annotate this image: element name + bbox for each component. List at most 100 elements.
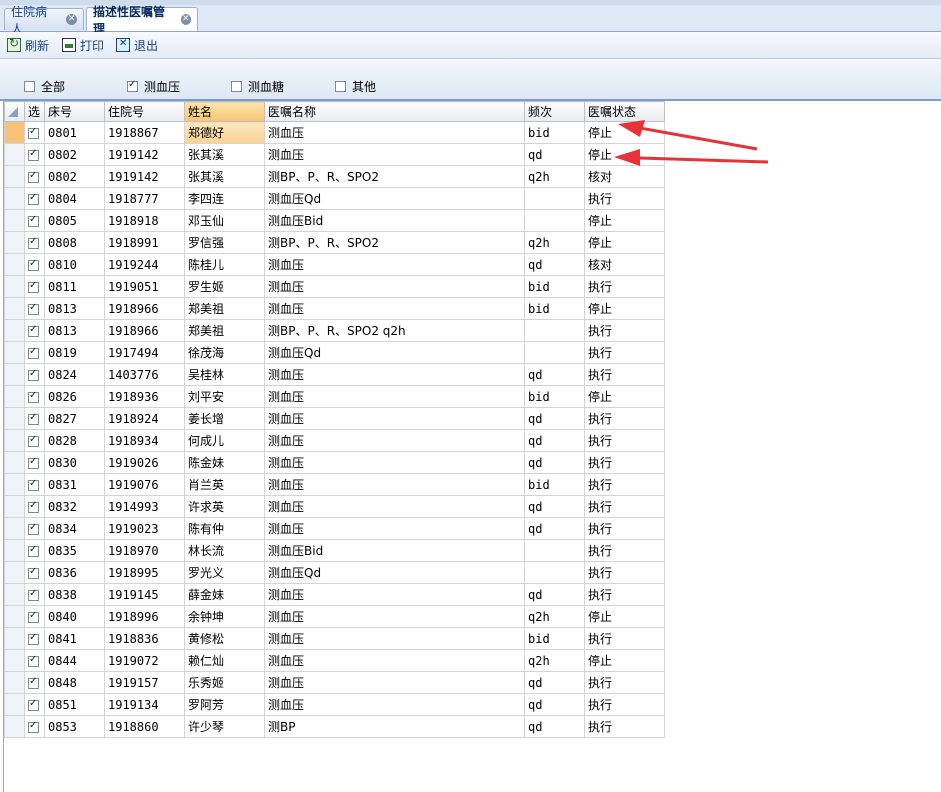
row-indicator[interactable] <box>4 627 25 650</box>
print-button[interactable]: 打印 <box>62 36 104 54</box>
column-header-order-name[interactable]: 医嘱名称 <box>264 101 525 122</box>
cell-order-status[interactable]: 执行 <box>584 495 665 518</box>
checkbox-checked[interactable] <box>28 566 39 579</box>
cell-bed[interactable]: 0819 <box>44 341 105 364</box>
cell-order-name[interactable]: 测血压 <box>264 363 525 386</box>
table-row[interactable]: 08531918860许少琴测BPqd执行 <box>4 715 665 738</box>
cell-admission-no[interactable]: 1919244 <box>104 253 185 276</box>
cell-name[interactable]: 陈桂儿 <box>184 253 265 276</box>
column-header-bed[interactable]: 床号 <box>44 101 105 122</box>
checkbox-checked[interactable] <box>28 434 39 447</box>
cell-name[interactable]: 徐茂海 <box>184 341 265 364</box>
cell-frequency[interactable]: q2h <box>524 231 585 254</box>
cell-name[interactable]: 罗阿芳 <box>184 693 265 716</box>
checkbox-checked[interactable] <box>28 280 39 293</box>
cell-order-status[interactable]: 执行 <box>584 473 665 496</box>
cell-admission-no[interactable]: 1918936 <box>104 385 185 408</box>
cell-admission-no[interactable]: 1918867 <box>104 121 185 144</box>
row-indicator[interactable] <box>4 231 25 254</box>
checkbox-checked[interactable] <box>28 214 39 227</box>
cell-bed[interactable]: 0830 <box>44 451 105 474</box>
cell-order-status[interactable]: 执行 <box>584 429 665 452</box>
cell-frequency[interactable] <box>524 209 585 232</box>
cell-order-status[interactable]: 执行 <box>584 627 665 650</box>
filter-blood-sugar-checkbox[interactable]: 测血糖 <box>231 78 284 95</box>
cell-name[interactable]: 陈金妹 <box>184 451 265 474</box>
cell-order-status[interactable]: 核对 <box>584 165 665 188</box>
row-select-checkbox[interactable] <box>24 473 45 496</box>
row-indicator[interactable] <box>4 693 25 716</box>
cell-bed[interactable]: 0802 <box>44 165 105 188</box>
cell-order-status[interactable]: 执行 <box>584 561 665 584</box>
row-select-checkbox[interactable] <box>24 693 45 716</box>
checkbox-checked[interactable] <box>28 412 39 425</box>
cell-frequency[interactable]: qd <box>524 715 585 738</box>
cell-name[interactable]: 邓玉仙 <box>184 209 265 232</box>
cell-bed[interactable]: 0827 <box>44 407 105 430</box>
row-select-checkbox[interactable] <box>24 429 45 452</box>
cell-frequency[interactable]: q2h <box>524 165 585 188</box>
cell-name[interactable]: 郑美祖 <box>184 319 265 342</box>
checkbox-checked[interactable] <box>28 544 39 557</box>
cell-admission-no[interactable]: 1918966 <box>104 319 185 342</box>
cell-admission-no[interactable]: 1918934 <box>104 429 185 452</box>
cell-admission-no[interactable]: 1918991 <box>104 231 185 254</box>
cell-frequency[interactable] <box>524 187 585 210</box>
row-indicator[interactable] <box>4 385 25 408</box>
cell-admission-no[interactable]: 1918996 <box>104 605 185 628</box>
cell-frequency[interactable]: qd <box>524 671 585 694</box>
cell-order-status[interactable]: 执行 <box>584 517 665 540</box>
cell-order-name[interactable]: 测血压 <box>264 583 525 606</box>
cell-frequency[interactable]: qd <box>524 253 585 276</box>
cell-name[interactable]: 乐秀姬 <box>184 671 265 694</box>
cell-order-name[interactable]: 测血压Qd <box>264 187 525 210</box>
cell-frequency[interactable] <box>524 341 585 364</box>
cell-order-name[interactable]: 测血压 <box>264 649 525 672</box>
cell-admission-no[interactable]: 1919026 <box>104 451 185 474</box>
cell-bed[interactable]: 0838 <box>44 583 105 606</box>
cell-bed[interactable]: 0836 <box>44 561 105 584</box>
row-select-checkbox[interactable] <box>24 671 45 694</box>
cell-name[interactable]: 吴桂林 <box>184 363 265 386</box>
row-indicator[interactable] <box>4 143 25 166</box>
table-row[interactable]: 08401918996余钟坤测血压q2h停止 <box>4 605 665 628</box>
row-select-checkbox[interactable] <box>24 495 45 518</box>
table-row[interactable]: 08311919076肖兰英测血压bid执行 <box>4 473 665 496</box>
checkbox-checked[interactable] <box>28 588 39 601</box>
cell-bed[interactable]: 0824 <box>44 363 105 386</box>
table-row[interactable]: 08021919142张其溪测BP、P、R、SPO2q2h核对 <box>4 165 665 188</box>
cell-bed[interactable]: 0808 <box>44 231 105 254</box>
row-indicator[interactable] <box>4 561 25 584</box>
cell-admission-no[interactable]: 1918995 <box>104 561 185 584</box>
cell-order-name[interactable]: 测血压Bid <box>264 209 525 232</box>
checkbox[interactable] <box>231 81 242 92</box>
cell-frequency[interactable]: bid <box>524 473 585 496</box>
table-row[interactable]: 08341919023陈有仲测血压qd执行 <box>4 517 665 540</box>
checkbox-checked[interactable] <box>28 170 39 183</box>
cell-order-name[interactable]: 测血压 <box>264 693 525 716</box>
cell-order-status[interactable]: 执行 <box>584 583 665 606</box>
cell-order-name[interactable]: 测血压 <box>264 297 525 320</box>
checkbox-checked[interactable] <box>28 456 39 469</box>
cell-frequency[interactable]: bid <box>524 385 585 408</box>
row-indicator[interactable] <box>4 473 25 496</box>
row-select-checkbox[interactable] <box>24 539 45 562</box>
table-row[interactable]: 08101919244陈桂儿测血压qd核对 <box>4 253 665 276</box>
cell-admission-no[interactable]: 1918918 <box>104 209 185 232</box>
cell-order-name[interactable]: 测BP <box>264 715 525 738</box>
row-select-checkbox[interactable] <box>24 517 45 540</box>
row-indicator[interactable] <box>4 671 25 694</box>
row-select-checkbox[interactable] <box>24 253 45 276</box>
table-row[interactable]: 08081918991罗信强测BP、P、R、SPO2q2h停止 <box>4 231 665 254</box>
cell-bed[interactable]: 0835 <box>44 539 105 562</box>
row-select-checkbox[interactable] <box>24 297 45 320</box>
row-select-checkbox[interactable] <box>24 605 45 628</box>
cell-bed[interactable]: 0844 <box>44 649 105 672</box>
table-row[interactable]: 08021919142张其溪测血压qd停止 <box>4 143 665 166</box>
cell-admission-no[interactable]: 1919072 <box>104 649 185 672</box>
cell-order-status[interactable]: 执行 <box>584 539 665 562</box>
cell-name[interactable]: 赖仁灿 <box>184 649 265 672</box>
cell-frequency[interactable]: qd <box>524 429 585 452</box>
cell-order-status[interactable]: 停止 <box>584 121 665 144</box>
row-indicator[interactable] <box>4 583 25 606</box>
